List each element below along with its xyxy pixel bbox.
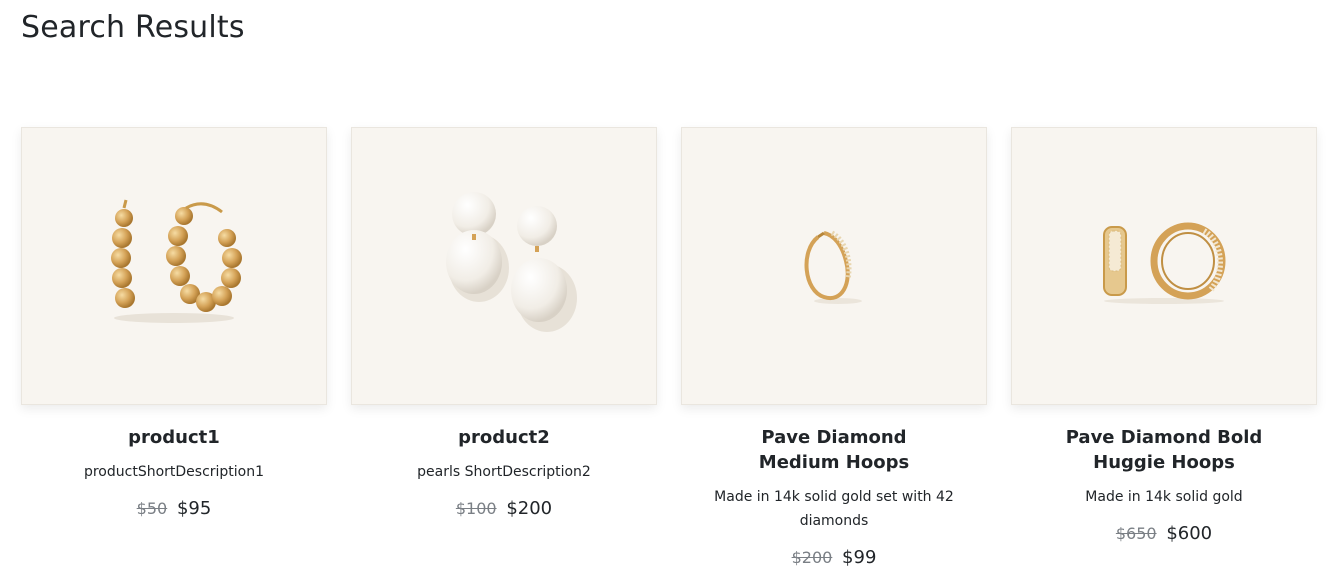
- product-description: pearls ShortDescription2: [417, 464, 591, 480]
- price-row: $200 $99: [681, 547, 987, 568]
- product-description: Made in 14k solid gold set with 42 diamo…: [714, 489, 954, 529]
- product-card[interactable]: Pave Diamond Medium Hoops Made in 14k so…: [681, 127, 987, 568]
- page-title: Search Results: [21, 10, 245, 45]
- product-card[interactable]: Pave Diamond Bold Huggie Hoops Made in 1…: [1011, 127, 1317, 568]
- product-name[interactable]: product2: [351, 425, 657, 450]
- pearl-drop-earrings-icon: [446, 192, 577, 332]
- old-price: $200: [791, 548, 833, 567]
- product-image[interactable]: [1011, 127, 1317, 405]
- price-row: $100 $200: [351, 498, 657, 519]
- current-price: $95: [176, 498, 212, 519]
- product-image[interactable]: [351, 127, 657, 405]
- product-image[interactable]: [681, 127, 987, 405]
- price-row: $650 $600: [1011, 523, 1317, 544]
- product-description: productShortDescription1: [83, 464, 265, 480]
- old-price: $100: [455, 499, 497, 518]
- product-name[interactable]: product1: [21, 425, 327, 450]
- product-description: Made in 14k solid gold: [1085, 489, 1243, 505]
- product-name[interactable]: Pave Diamond Medium Hoops: [681, 425, 987, 475]
- product-name[interactable]: Pave Diamond Bold Huggie Hoops: [1011, 425, 1317, 475]
- product-grid: product1 productShortDescription1 $50 $9…: [21, 127, 1321, 568]
- diamond-huggie-earrings-icon: [1103, 222, 1226, 304]
- old-price: $650: [1115, 524, 1157, 543]
- old-price: $50: [136, 499, 168, 518]
- product-card[interactable]: product2 pearls ShortDescription2 $100 $…: [351, 127, 657, 568]
- price-row: $50 $95: [21, 498, 327, 519]
- gold-bead-hoop-earrings-icon: [111, 199, 242, 323]
- diamond-hoop-earring-icon: [804, 230, 862, 304]
- current-price: $99: [842, 547, 877, 568]
- current-price: $200: [506, 498, 553, 519]
- current-price: $600: [1166, 523, 1213, 544]
- product-image[interactable]: [21, 127, 327, 405]
- product-card[interactable]: product1 productShortDescription1 $50 $9…: [21, 127, 327, 568]
